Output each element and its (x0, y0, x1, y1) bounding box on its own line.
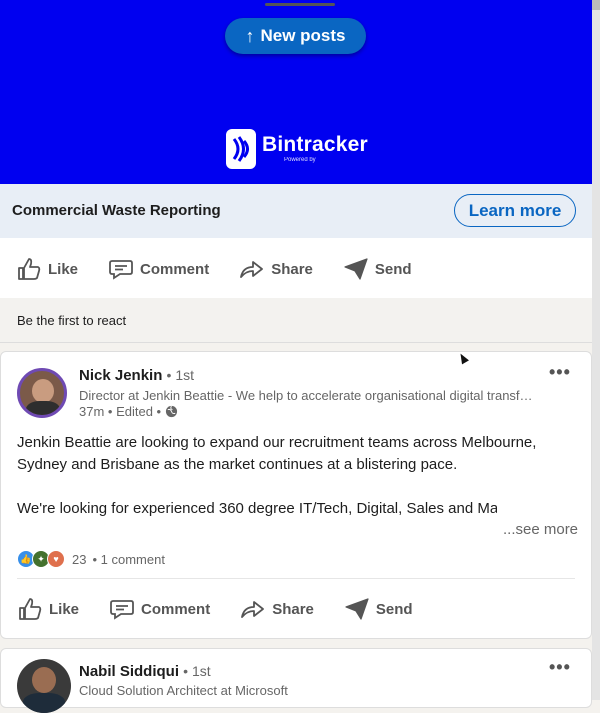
new-posts-label: New posts (260, 26, 346, 45)
avatar[interactable] (17, 659, 71, 713)
ad-action-bar: Like Comment Share Send (0, 238, 592, 300)
avatar[interactable] (17, 368, 67, 418)
like-button[interactable]: Like (17, 597, 79, 621)
ad-cta-bar[interactable]: Commercial Waste Reporting Learn more (0, 184, 592, 238)
bintracker-logo: Bintracker Powered by (226, 129, 368, 169)
send-label: Send (374, 260, 412, 278)
promoted-post-card: Bintracker Powered by ↑ New posts Commer… (0, 0, 592, 343)
new-posts-button[interactable]: ↑ New posts (225, 18, 366, 54)
post-timestamp: 37m • Edited • (79, 404, 178, 419)
comment-count[interactable]: • 1 comment (92, 552, 164, 567)
post-body: Jenkin Beattie are looking to expand our… (17, 432, 577, 520)
more-options-button[interactable]: ••• (549, 657, 571, 678)
share-button[interactable]: Share (240, 597, 314, 621)
scrollbar-thumb[interactable] (592, 0, 600, 10)
share-button[interactable]: Share (239, 257, 313, 281)
like-label: Like (49, 600, 80, 618)
comment-icon (110, 600, 134, 620)
post-card: Nabil Siddiqui • 1st Cloud Solution Arch… (0, 648, 592, 713)
window-handle (265, 3, 335, 6)
post-card: Nick Jenkin • 1st Director at Jenkin Bea… (0, 351, 592, 639)
thumbs-up-icon (19, 598, 42, 620)
comment-icon (109, 260, 133, 280)
author-headline: Director at Jenkin Beattie - We help to … (79, 388, 539, 403)
bintracker-logo-icon (226, 129, 256, 169)
reaction-prompt: Be the first to react (17, 313, 127, 328)
post-action-bar: Like Comment Share Send (1, 578, 593, 640)
connection-degree: • 1st (183, 663, 211, 679)
send-icon (344, 258, 368, 280)
comment-button[interactable]: Comment (108, 257, 209, 281)
send-button[interactable]: Send (344, 597, 413, 621)
comment-label: Comment (140, 260, 210, 278)
arrow-up-icon: ↑ (245, 25, 255, 46)
share-label: Share (272, 600, 314, 618)
scrollbar[interactable] (592, 0, 600, 700)
learn-more-button[interactable]: Learn more (454, 194, 576, 227)
brand-tagline: Powered by (284, 157, 316, 163)
love-reaction-icon: ♥ (47, 550, 65, 568)
send-icon (345, 598, 369, 620)
reaction-prompt-bar: Be the first to react (0, 298, 592, 342)
ad-headline[interactable]: Commercial Waste Reporting (12, 202, 221, 219)
send-button[interactable]: Send (343, 257, 412, 281)
thumbs-up-icon (18, 258, 41, 280)
post-author[interactable]: Nabil Siddiqui • 1st (79, 663, 211, 680)
post-paragraph: Jenkin Beattie are looking to expand our… (17, 434, 537, 473)
author-headline: Cloud Solution Architect at Microsoft (79, 683, 288, 698)
globe-icon (166, 405, 178, 418)
author-name[interactable]: Nabil Siddiqui (79, 663, 179, 680)
more-options-button[interactable]: ••• (549, 362, 571, 383)
share-icon (241, 601, 265, 618)
share-label: Share (271, 260, 313, 278)
author-name[interactable]: Nick Jenkin (79, 367, 162, 384)
send-label: Send (375, 600, 413, 618)
comment-button[interactable]: Comment (109, 597, 210, 621)
social-counts[interactable]: 👍 ✦ ♥ 23 • 1 comment (17, 550, 165, 568)
reaction-count[interactable]: 23 (72, 552, 86, 567)
brand-name: Bintracker (262, 133, 368, 156)
feed: Bintracker Powered by ↑ New posts Commer… (0, 0, 592, 713)
like-label: Like (48, 260, 79, 278)
connection-degree: • 1st (166, 367, 195, 383)
like-button[interactable]: Like (16, 257, 78, 281)
share-icon (240, 261, 264, 278)
see-more-link[interactable]: ...see more (495, 521, 579, 538)
post-author[interactable]: Nick Jenkin • 1st (79, 367, 194, 384)
post-paragraph: We're looking for experienced 360 degree… (17, 500, 497, 517)
comment-label: Comment (141, 600, 211, 618)
